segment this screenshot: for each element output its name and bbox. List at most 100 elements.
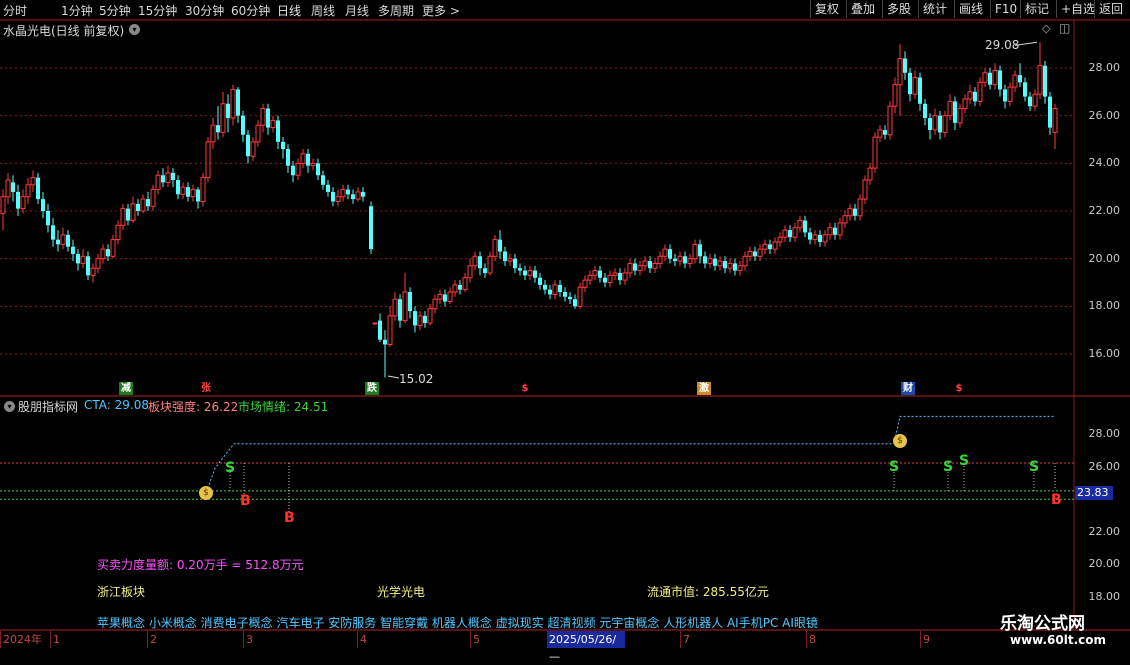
candlestick (216, 106, 220, 140)
candlestick (432, 294, 438, 314)
candle-body (286, 149, 290, 166)
candlestick (136, 199, 140, 216)
candle-body (1052, 108, 1058, 133)
candlestick (903, 51, 907, 80)
event-icon-incentive[interactable]: 激 (697, 382, 711, 395)
indicator-name[interactable]: 股朋指标网 (18, 398, 78, 415)
candle-body (648, 261, 652, 269)
event-icon-finance[interactable]: 财 (901, 382, 915, 395)
candlestick (982, 68, 988, 88)
candlestick (220, 91, 226, 138)
candle-body (967, 91, 973, 100)
region-label: 浙江板块 (97, 585, 146, 599)
candle-body (872, 136, 878, 169)
candlestick (652, 258, 658, 273)
candlestick (86, 251, 90, 281)
candlestick (66, 230, 70, 252)
candlestick (707, 253, 713, 269)
candlestick (335, 189, 341, 207)
candlestick (316, 158, 320, 181)
candle-body (372, 322, 378, 325)
candle-body (887, 105, 893, 136)
event-icon-dollar-1[interactable]: $ (518, 382, 532, 395)
candlestick (321, 170, 325, 190)
chevron-down-icon[interactable]: ▾ (129, 24, 140, 35)
candle-body (857, 198, 863, 217)
candlestick (967, 84, 973, 104)
candle-body (241, 115, 245, 135)
candlestick (692, 239, 698, 264)
candlestick (190, 184, 196, 202)
candlestick (210, 118, 216, 150)
candle-body (427, 308, 433, 324)
candlestick (291, 160, 295, 183)
candlestick (295, 158, 301, 181)
candlestick (120, 203, 126, 231)
watermark-url: www.60lt.com (1010, 633, 1107, 647)
diamond-icon[interactable]: ◇ (1042, 22, 1050, 35)
event-icon-dollar-2[interactable]: $ (952, 382, 966, 395)
cta-value: CTA: 29.08 (84, 398, 149, 412)
chevron-down-icon[interactable]: ▾ (4, 401, 15, 412)
candle-body (5, 179, 11, 198)
candle-body (176, 180, 180, 195)
candlestick (1012, 70, 1018, 92)
candle-body (703, 256, 707, 264)
candle-body (413, 311, 417, 326)
kline-chart-canvas[interactable] (0, 0, 1130, 650)
candlestick (973, 87, 977, 107)
timeline-month: 1 (50, 631, 147, 648)
candle-body (992, 69, 998, 86)
candle-body (56, 239, 60, 245)
candle-body (548, 289, 552, 295)
candle-body (300, 153, 306, 164)
timeline-month: 2 (147, 631, 243, 648)
candle-body (847, 208, 853, 217)
candle-body (51, 225, 55, 240)
event-icon-rise[interactable]: 张 (199, 382, 213, 395)
price-axis-label: 20.00 (1088, 251, 1121, 265)
candle-body (392, 298, 398, 317)
candlestick (962, 94, 968, 114)
candle-body (146, 199, 150, 207)
event-icon-fall[interactable]: 跌 (365, 382, 379, 395)
candlestick (76, 249, 80, 271)
buy-signal: B (284, 510, 295, 526)
candle-body (447, 291, 453, 303)
candle-body (683, 256, 687, 264)
candle-body (1048, 96, 1052, 128)
candle-body (923, 103, 927, 119)
candlestick (56, 230, 60, 252)
maximize-icon[interactable]: ◫ (1059, 21, 1070, 35)
candle-body (230, 88, 236, 119)
candlestick (1007, 82, 1013, 107)
candlestick (200, 172, 206, 207)
money-bag-icon: $ (893, 434, 907, 448)
candle-body (538, 277, 542, 285)
event-icon-reduce[interactable]: 减 (119, 382, 133, 395)
candlestick (788, 225, 792, 242)
candlestick (698, 239, 702, 264)
candle-body (582, 279, 588, 288)
candlestick (458, 280, 462, 295)
candlestick (918, 72, 922, 111)
main-panel-title: 水晶光电(日线 前复权) (3, 24, 125, 38)
candlestick (300, 149, 306, 169)
candle-body (918, 77, 922, 104)
candle-body (533, 270, 537, 278)
candlestick (180, 182, 186, 200)
candle-body (216, 125, 220, 133)
candle-body (577, 286, 583, 307)
candle-body (443, 294, 447, 302)
candle-body (782, 229, 788, 238)
candlestick (483, 263, 487, 278)
timeline-month: 8 (806, 631, 920, 648)
candlestick (627, 258, 633, 278)
candle-body (270, 119, 276, 129)
candle-body (281, 141, 285, 150)
candle-body (180, 186, 186, 195)
candlestick (908, 68, 912, 102)
candlestick (587, 270, 593, 285)
candle-body (803, 220, 807, 233)
timeline-month: 5 (470, 631, 547, 648)
